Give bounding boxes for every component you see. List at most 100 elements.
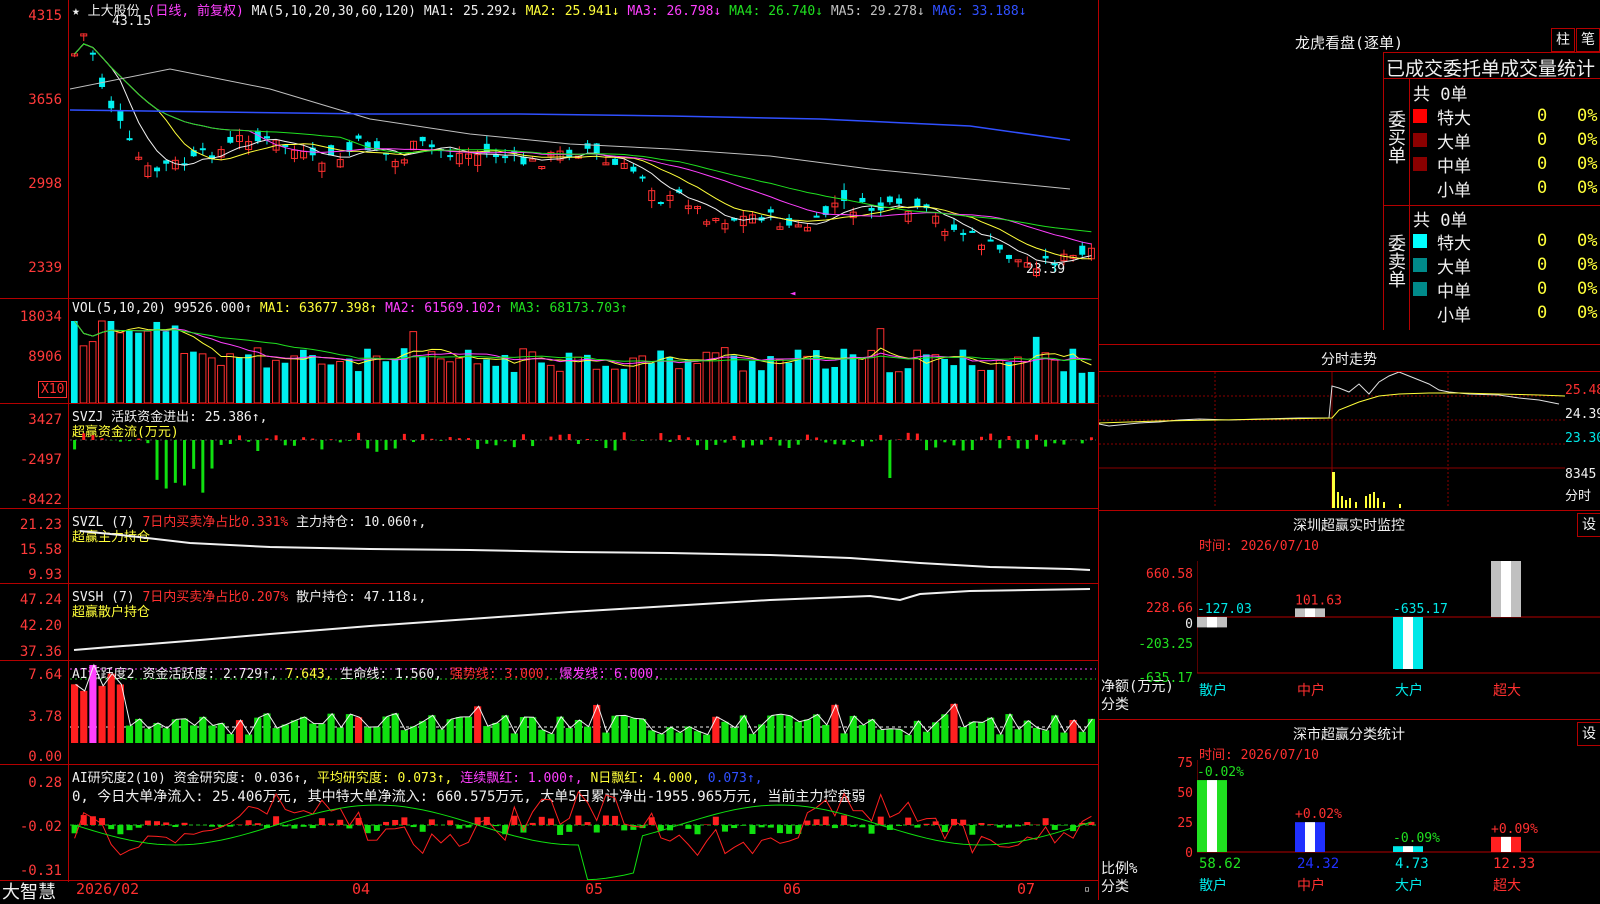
research-bar (777, 825, 783, 833)
classify-value-label-4: 12.33 (1493, 856, 1535, 872)
kline-chart[interactable] (70, 14, 1096, 296)
intraday-y-label-1: 25.48 (1565, 383, 1600, 398)
volume-bar (978, 370, 985, 403)
buy-medium-label: 中单 (1437, 152, 1537, 177)
activity-bar (98, 686, 105, 743)
buy-xl-pct: 0% (1577, 106, 1597, 126)
candle-down (914, 199, 920, 207)
activity-bar (337, 727, 344, 743)
volume-bar (1051, 360, 1058, 403)
kline-y-label-1: 4315 (0, 8, 62, 24)
monitor-y-2: 228.66 (1129, 601, 1193, 616)
activity-bar (1079, 732, 1086, 743)
monitor-chart[interactable]: -127.03散户101.63中户-635.17大户660.58超大 (1197, 561, 1600, 711)
volume-bar (483, 359, 490, 403)
research-bar (548, 818, 554, 825)
classify-chart[interactable]: -0.02%58.62散户+0.02%24.32中户-0.09%4.73大户+0… (1197, 760, 1600, 900)
research-bar (227, 825, 233, 827)
classify-bar-4 (1491, 837, 1521, 852)
volume-chart[interactable] (70, 317, 1096, 403)
svzj-panel[interactable]: 3427 -2497 -8422 SVZJ 活跃资金进出: 25.386↑, 超… (0, 404, 1098, 508)
vol-y-label-1: 18034 (0, 309, 62, 325)
volume-bar (80, 346, 87, 403)
classify-cat-title: 分类 (1101, 876, 1129, 896)
volume-bar (850, 354, 857, 403)
activity-bar (254, 718, 261, 743)
volume-bar (1060, 371, 1067, 403)
activity-bar (529, 717, 536, 743)
buy-medium-swatch (1413, 157, 1427, 171)
research-bar (988, 824, 994, 825)
research-bar (291, 825, 297, 829)
tick-view-button[interactable]: 笔 (1576, 28, 1600, 52)
monitor-settings-button[interactable]: 设 (1577, 513, 1600, 537)
ai1-y-label-1: 7.64 (0, 667, 62, 683)
activity-bar (373, 727, 380, 743)
candle-down (328, 145, 334, 155)
candle-down (768, 209, 774, 212)
candle-down (612, 159, 618, 165)
column-view-button[interactable]: 柱 (1551, 28, 1575, 52)
research-bar (594, 825, 600, 833)
activity-bar (639, 719, 646, 743)
svsh-line[interactable] (70, 584, 1096, 660)
activity-bar (611, 716, 618, 743)
activity-bar (950, 704, 957, 743)
volume-bar (648, 363, 655, 403)
intraday-panel[interactable]: 分时走势 25.48 24.39 23.30 8345 分时 (1099, 345, 1600, 510)
intraday-vol-label: 8345 (1565, 467, 1596, 482)
classify-category-1: 散户 (1199, 877, 1227, 894)
volume-bar (538, 362, 545, 403)
activity-bar (960, 727, 967, 743)
activity-bar (1033, 728, 1040, 743)
activity-bar (144, 729, 151, 743)
activity-bar (914, 721, 921, 743)
ai-activity-panel[interactable]: 7.64 3.78 0.00 AI活跃度2 资金活跃度: 2.729↑, 7.6… (0, 661, 1098, 764)
volume-bar (611, 369, 618, 403)
research-bar (236, 824, 242, 825)
activity-bar (227, 734, 234, 743)
research-bar (273, 816, 279, 825)
intraday-volume (1332, 472, 1401, 508)
ai-activity-chart[interactable] (70, 661, 1096, 764)
kline-y-label-4: 2339 (0, 260, 62, 276)
svzl-y-label-1: 21.23 (0, 517, 62, 533)
svzj-chart[interactable] (70, 404, 1096, 508)
research-bar (749, 825, 755, 834)
scroll-marker-icon[interactable]: ◄ (790, 290, 795, 298)
svzl-line[interactable] (70, 509, 1096, 583)
ai-research-chart[interactable] (70, 765, 1096, 880)
volume-bar (685, 360, 692, 403)
research-bar (713, 817, 719, 825)
volume-bar (749, 361, 756, 403)
activity-bar (978, 722, 985, 743)
svsh-panel[interactable]: 47.24 42.20 37.36 SVSH (7) 7日内买卖净占比0.207… (0, 584, 1098, 660)
volume-bar (236, 357, 243, 403)
activity-bar (804, 720, 811, 743)
activity-bar (776, 714, 783, 743)
volume-bar (126, 330, 133, 403)
monitor-bar-4 (1491, 561, 1521, 617)
activity-bar (657, 734, 664, 743)
lock-icon[interactable]: ▫ (1084, 884, 1090, 895)
classify-y-4: 0 (1159, 846, 1193, 861)
activity-bar (511, 733, 518, 743)
intraday-chart[interactable] (1099, 372, 1565, 508)
classify-value-label-2: 24.32 (1297, 856, 1339, 872)
svsh-y-label-1: 47.24 (0, 592, 62, 608)
lhb-subtitle: 已成交委托单成交量统计 (1386, 54, 1595, 81)
candle-down (585, 143, 591, 148)
monitor-bar-3 (1393, 617, 1423, 669)
activity-bar (364, 727, 371, 743)
volume-panel[interactable]: 18034 8906 X10 VOL(5,10,20) 99526.000↑ M… (0, 299, 1098, 403)
svzl-panel[interactable]: 21.23 15.58 9.93 SVZL (7) 7日内买卖净占比0.331%… (0, 509, 1098, 583)
classify-settings-button[interactable]: 设 (1577, 722, 1600, 746)
activity-bar (245, 734, 252, 743)
volume-bar (547, 365, 554, 403)
activity-bar (557, 717, 564, 743)
ai-research-panel[interactable]: 0.28 -0.02 -0.31 AI研究度2(10) 资金研究度: 0.036… (0, 765, 1098, 880)
volume-bar (987, 370, 994, 403)
activity-bar (135, 719, 142, 743)
kline-panel[interactable]: 4315 3656 2998 2339 ★ 上大股份 (日线, 前复权) MA(… (0, 0, 1098, 298)
volume-bar (502, 355, 509, 403)
